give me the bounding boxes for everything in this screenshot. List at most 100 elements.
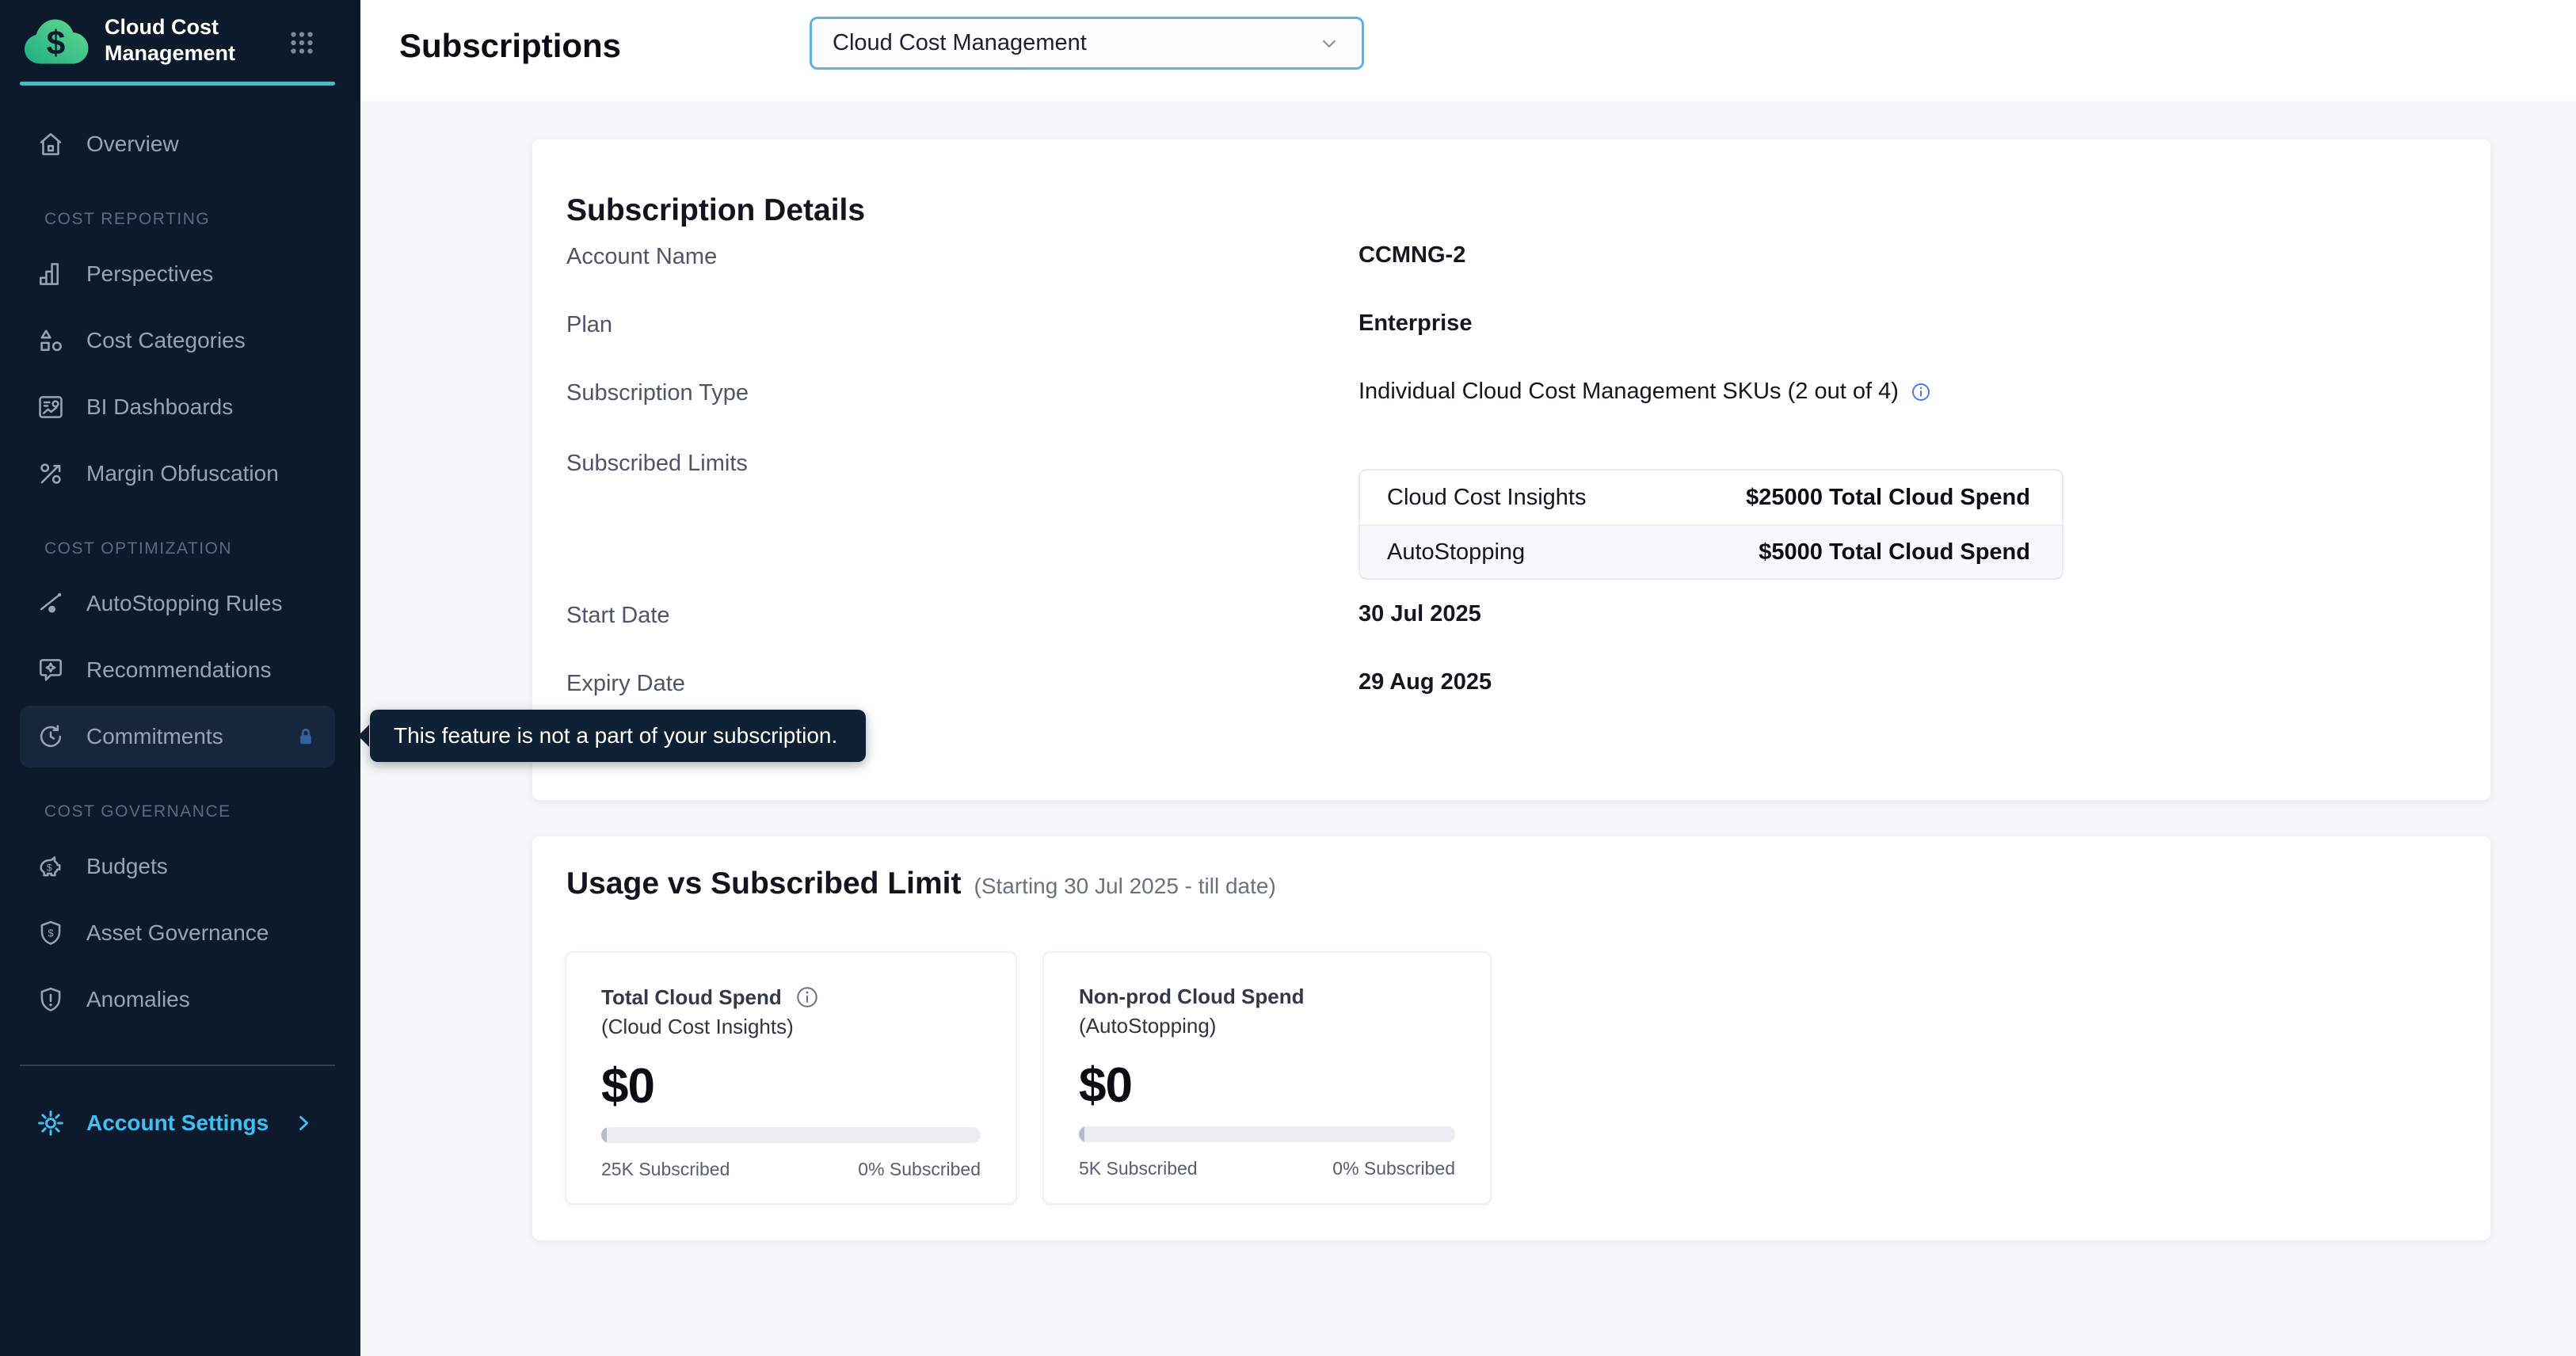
shapes-icon <box>36 326 66 356</box>
sidebar-item-overview[interactable]: Overview <box>20 113 335 175</box>
metric-subtitle: (AutoStopping) <box>1079 1014 1455 1038</box>
sidebar-item-label: Asset Governance <box>86 920 269 946</box>
usage-progress-fill <box>601 1127 607 1143</box>
sidebar-divider <box>20 1065 335 1066</box>
usage-progress-bar <box>601 1127 981 1143</box>
metric-value: $0 <box>1079 1057 1455 1114</box>
metric-subtitle: (Cloud Cost Insights) <box>601 1015 981 1039</box>
sidebar-item-label: AutoStopping Rules <box>86 591 283 616</box>
chevron-down-icon <box>1317 32 1341 55</box>
sku-limit: $25000 Total Cloud Spend <box>1746 485 2030 511</box>
sidebar-item-asset-governance[interactable]: $ Asset Governance <box>20 902 335 964</box>
info-icon[interactable] <box>1910 381 1932 403</box>
sidebar-section-cost-governance: COST GOVERNANCE <box>44 802 231 821</box>
tooltip-text: This feature is not a part of your subsc… <box>394 723 837 748</box>
usage-header: Usage vs Subscribed Limit (Starting 30 J… <box>566 867 1276 901</box>
subscribed-amount-label: 25K Subscribed <box>601 1159 730 1180</box>
autostopping-icon <box>36 588 66 619</box>
sidebar-item-perspectives[interactable]: Perspectives <box>20 243 335 305</box>
table-row: Cloud Cost Insights $25000 Total Cloud S… <box>1360 470 2062 524</box>
sidebar-item-label: Perspectives <box>86 261 213 287</box>
metric-value: $0 <box>601 1058 981 1114</box>
sidebar-item-commitments[interactable]: Commitments <box>20 706 335 768</box>
piggy-bank-icon: $ <box>36 851 66 882</box>
sidebar-item-bi-dashboards[interactable]: BI Dashboards <box>20 376 335 438</box>
svg-text:$: $ <box>47 25 65 62</box>
chat-sparkle-icon <box>36 655 66 685</box>
nonprod-cloud-spend-card: Non-prod Cloud Spend (AutoStopping) $0 5… <box>1042 951 1492 1205</box>
sidebar-item-label: Recommendations <box>86 657 271 683</box>
subscription-details-title: Subscription Details <box>566 193 865 228</box>
sidebar-item-cost-categories[interactable]: Cost Categories <box>20 310 335 371</box>
usage-progress-bar <box>1079 1126 1455 1142</box>
usage-subtitle: (Starting 30 Jul 2025 - till date) <box>974 874 1276 899</box>
start-date-value: 30 Jul 2025 <box>1358 601 1481 627</box>
info-icon[interactable] <box>795 985 820 1010</box>
app-title: Cloud Cost Management <box>105 14 287 67</box>
commitments-clock-icon <box>36 722 66 752</box>
sku-name: Cloud Cost Insights <box>1387 485 1586 511</box>
account-name-label: Account Name <box>566 244 717 270</box>
start-date-label: Start Date <box>566 603 670 629</box>
svg-text:$: $ <box>47 862 52 873</box>
page-title: Subscriptions <box>399 27 621 65</box>
percent-icon <box>36 459 66 489</box>
subscription-type-label: Subscription Type <box>566 380 749 406</box>
sidebar-item-label: BI Dashboards <box>86 394 233 420</box>
app-switcher-grid-icon[interactable] <box>288 29 316 57</box>
app-screen: $ Cloud Cost Management Overview COST RE… <box>0 0 2576 1356</box>
subscription-type-text: Individual Cloud Cost Management SKUs (2… <box>1358 379 1899 405</box>
subscribed-limits-table: Cloud Cost Insights $25000 Total Cloud S… <box>1358 469 2063 580</box>
subscription-type-value: Individual Cloud Cost Management SKUs (2… <box>1358 379 1932 405</box>
metric-title: Non-prod Cloud Spend <box>1079 985 1305 1009</box>
svg-text:$: $ <box>48 928 53 939</box>
plan-label: Plan <box>566 312 612 338</box>
subscription-details-card: Subscription Details Account Name CCMNG-… <box>532 139 2490 800</box>
subscribed-limits-label: Subscribed Limits <box>566 451 748 477</box>
sidebar-item-margin-obfuscation[interactable]: Margin Obfuscation <box>20 443 335 505</box>
sidebar-item-autostopping-rules[interactable]: AutoStopping Rules <box>20 573 335 634</box>
chevron-right-icon <box>292 1112 314 1134</box>
sidebar-item-label: Budgets <box>86 854 168 879</box>
expiry-date-value: 29 Aug 2025 <box>1358 669 1492 695</box>
module-select-value: Cloud Cost Management <box>833 30 1087 56</box>
total-cloud-spend-card: Total Cloud Spend (Cloud Cost Insights) … <box>565 951 1017 1205</box>
shield-dollar-icon: $ <box>36 918 66 948</box>
page-header: Subscriptions Cloud Cost Management <box>360 0 2576 101</box>
cloud-dollar-logo-icon: $ <box>21 14 93 67</box>
subscribed-percent-label: 0% Subscribed <box>1332 1158 1455 1179</box>
gear-icon <box>36 1108 66 1138</box>
sidebar-section-cost-reporting: COST REPORTING <box>44 210 210 229</box>
metric-title: Total Cloud Spend <box>601 985 782 1010</box>
sidebar-item-budgets[interactable]: $ Budgets <box>20 836 335 897</box>
usage-card: Usage vs Subscribed Limit (Starting 30 J… <box>532 836 2490 1240</box>
sidebar-item-account-settings[interactable]: Account Settings <box>20 1092 335 1154</box>
app-logo[interactable]: $ Cloud Cost Management <box>21 14 287 67</box>
sidebar-item-recommendations[interactable]: Recommendations <box>20 639 335 701</box>
module-select-dropdown[interactable]: Cloud Cost Management <box>810 17 1364 70</box>
plan-value: Enterprise <box>1358 310 1472 337</box>
subscribed-amount-label: 5K Subscribed <box>1079 1158 1198 1179</box>
usage-progress-fill <box>1079 1126 1084 1142</box>
subscription-tooltip: This feature is not a part of your subsc… <box>370 710 866 762</box>
expiry-date-label: Expiry Date <box>566 671 685 697</box>
sku-limit: $5000 Total Cloud Spend <box>1759 539 2030 566</box>
sidebar-item-anomalies[interactable]: Anomalies <box>20 969 335 1030</box>
sidebar-item-label: Anomalies <box>86 987 190 1012</box>
table-row: AutoStopping $5000 Total Cloud Spend <box>1360 524 2062 578</box>
lock-icon <box>294 725 318 748</box>
sidebar: $ Cloud Cost Management Overview COST RE… <box>0 0 360 1356</box>
sidebar-item-label: Commitments <box>86 724 223 749</box>
subscribed-percent-label: 0% Subscribed <box>858 1159 981 1180</box>
dashboard-image-icon <box>36 392 66 422</box>
bar-chart-icon <box>36 259 66 289</box>
shield-alert-icon <box>36 985 66 1015</box>
usage-title: Usage vs Subscribed Limit <box>566 867 962 901</box>
sidebar-item-label: Overview <box>86 131 179 157</box>
sidebar-item-label: Margin Obfuscation <box>86 461 279 486</box>
home-icon <box>36 129 66 159</box>
sidebar-accent-divider <box>20 82 335 86</box>
sidebar-section-cost-optimization: COST OPTIMIZATION <box>44 539 232 558</box>
account-name-value: CCMNG-2 <box>1358 242 1465 269</box>
sidebar-item-label: Cost Categories <box>86 328 246 353</box>
